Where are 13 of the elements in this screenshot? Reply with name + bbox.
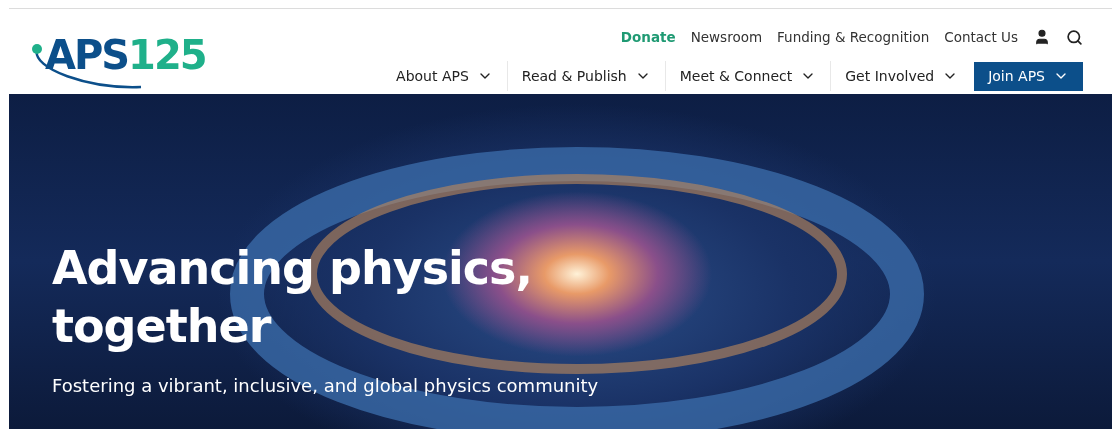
search-icon[interactable]: [1066, 28, 1083, 46]
utility-link[interactable]: Funding & Recognition: [777, 29, 930, 45]
utility-link[interactable]: Contact Us: [944, 29, 1018, 45]
hero-subtitle: Fostering a vibrant, inclusive, and global physics community: [52, 375, 600, 396]
user-icon[interactable]: [1033, 28, 1051, 46]
utility-link[interactable]: Donate: [620, 29, 676, 45]
nav-menu-item[interactable]: Get Involved: [830, 61, 973, 91]
nav-menu-item[interactable]: Meet & Connect: [664, 61, 831, 91]
logo[interactable]: APS125: [35, 24, 206, 85]
utility-link[interactable]: Newsroom: [690, 29, 763, 45]
join-button[interactable]: Join APS: [974, 61, 1083, 91]
nav-menu-item[interactable]: About APS: [382, 61, 507, 91]
nav-menu-item[interactable]: Read & Publish: [506, 61, 665, 91]
